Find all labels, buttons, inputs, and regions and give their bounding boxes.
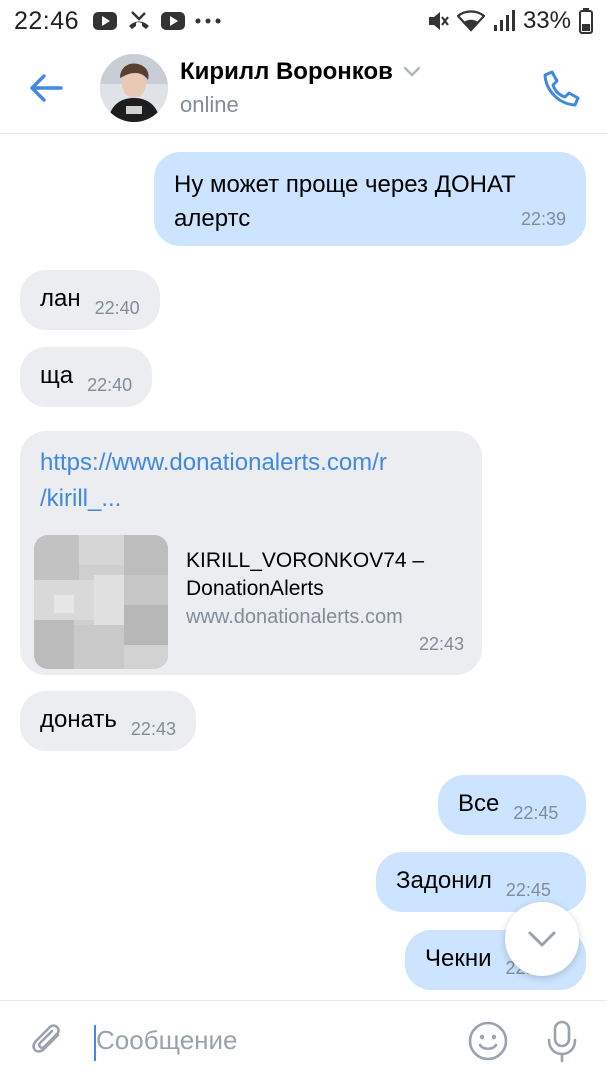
phone-icon [543,70,580,106]
link-preview-info: KIRILL_VORONKOV74 – DonationAlerts www.d… [186,535,424,669]
microphone-icon [547,1020,577,1062]
wifi-icon [456,10,485,32]
link-preview-title: DonationAlerts [186,577,324,600]
message-incoming[interactable]: донать 22:43 [20,691,196,751]
message-outgoing[interactable]: Ну может проще через ДОНАТ алертс 22:39 [154,152,586,246]
status-time: 22:46 [14,6,80,35]
message-text: Чекни [425,945,492,972]
message-time: 22:43 [418,634,464,654]
signal-icon [493,10,515,32]
emoji-button[interactable] [465,1018,511,1064]
chevron-down-icon [528,931,556,947]
call-button[interactable] [537,64,585,112]
message-outgoing[interactable]: Задонил 22:45 [376,852,586,912]
message-link-line: /kirill_... [40,485,122,512]
message-input-wrap[interactable] [92,1019,465,1063]
message-list[interactable]: Ну может проще через ДОНАТ алертс 22:39 … [0,134,607,1000]
chevron-down-icon [403,66,421,77]
status-bar: 22:46 33% [0,0,607,42]
message-time: 22:43 [130,719,176,739]
message-text: Ну может проще через ДОНАТ [174,171,516,198]
message-incoming-link[interactable]: https://www.donationalerts.com/r /kirill… [20,431,482,675]
message-text: донать [40,706,117,733]
message-link-line: https://www.donationalerts.com/r [40,449,387,476]
paperclip-icon [32,1023,60,1053]
message-outgoing[interactable]: Все 22:45 [438,775,586,835]
arrow-left-icon [30,73,63,102]
message-time: 22:40 [94,298,140,318]
more-dots-icon [195,17,221,25]
battery-percent: 33% [522,7,571,34]
status-icons-left [93,10,221,32]
contact-status: online [180,91,239,117]
attach-button[interactable] [26,1019,70,1063]
message-link[interactable]: https://www.donationalerts.com/r /kirill… [40,445,468,517]
message-text: алертс [174,205,251,232]
link-preview-image [34,535,168,669]
message-incoming[interactable]: ща 22:40 [20,347,153,407]
link-preview[interactable]: KIRILL_VORONKOV74 – DonationAlerts www.d… [34,535,468,669]
chat-header: Кирилл Воронков online [0,42,607,134]
message-incoming[interactable]: лан 22:40 [20,270,160,330]
link-preview-url: www.donationalerts.com [186,606,403,628]
link-preview-title: KIRILL_VORONKOV74 – [186,549,425,572]
youtube-icon [161,12,186,30]
missed-call-icon [127,10,151,32]
back-button[interactable] [16,58,76,118]
message-text: Все [458,790,500,817]
message-time: 22:39 [520,209,566,229]
youtube-icon [93,12,118,30]
text-caret [94,1024,96,1061]
scroll-down-button[interactable] [505,902,579,976]
contact-info[interactable]: Кирилл Воронков online [180,58,421,118]
message-text: ща [40,362,74,389]
message-time: 22:45 [513,803,559,823]
message-text: лан [40,285,81,312]
message-composer [0,1000,607,1080]
voice-message-button[interactable] [539,1018,585,1064]
contact-name: Кирилл Воронков [180,57,393,85]
message-time: 22:40 [87,375,133,395]
mute-icon [427,9,449,33]
message-time: 22:45 [505,880,551,900]
battery-icon [579,8,593,34]
avatar[interactable] [100,53,168,122]
status-icons-right: 33% [427,7,593,35]
message-input[interactable] [92,1025,422,1056]
message-text: Задонил [396,867,492,894]
smile-icon [468,1021,508,1060]
